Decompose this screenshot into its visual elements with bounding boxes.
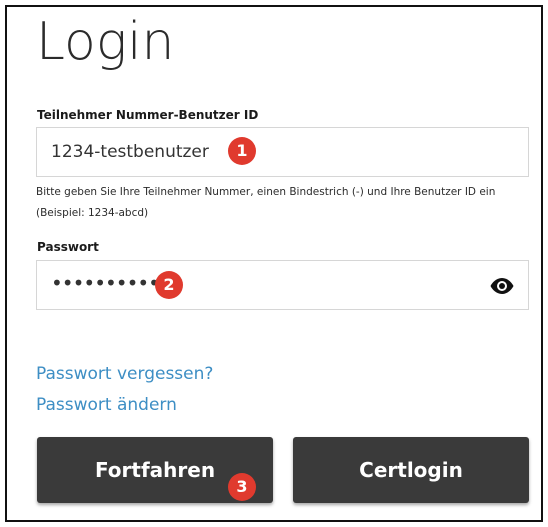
certlogin-button-label: Certlogin [359,458,463,482]
user-id-value: 1234-testbenutzer [51,142,209,162]
step-badge-1: 1 [228,137,256,165]
password-value: ••••••••••• [51,271,171,295]
password-input[interactable]: ••••••••••• [36,260,529,310]
eye-icon[interactable] [490,277,514,295]
user-id-hint: Bitte geben Sie Ihre Teilnehmer Nummer, … [36,186,496,219]
password-label: Passwort [37,240,99,254]
certlogin-button[interactable]: Certlogin [293,437,529,503]
user-id-input[interactable]: 1234-testbenutzer [36,127,529,177]
continue-button-label: Fortfahren [94,458,216,482]
step-badge-2: 2 [155,271,183,299]
change-password-link[interactable]: Passwort ändern [36,395,177,415]
step-badge-3: 3 [228,473,256,501]
forgot-password-link[interactable]: Passwort vergessen? [36,364,213,384]
page-title: Login [36,12,175,72]
user-id-label: Teilnehmer Nummer-Benutzer ID [37,108,259,122]
